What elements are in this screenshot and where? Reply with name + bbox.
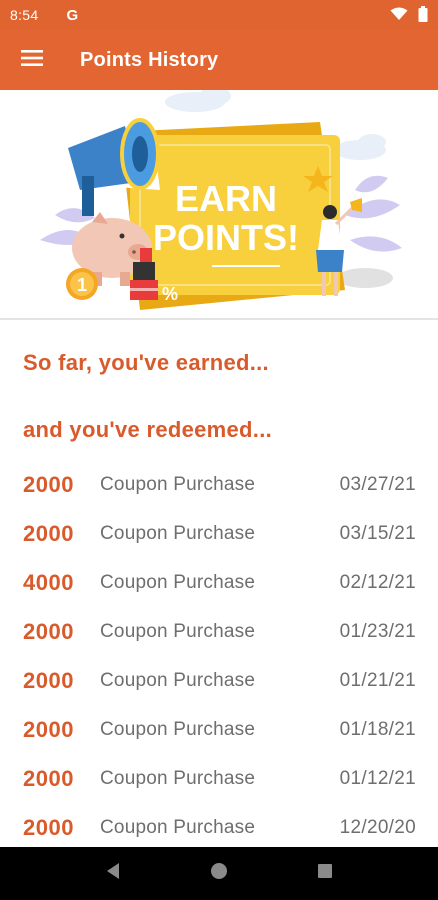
row-date: 01/12/21 [339, 767, 416, 789]
history-row: 2000 Coupon Purchase 01/21/21 [0, 656, 438, 705]
row-points: 4000 [23, 569, 74, 595]
google-icon: G [66, 6, 79, 24]
row-description: Coupon Purchase [100, 571, 256, 593]
row-date: 01/18/21 [339, 718, 416, 740]
row-date: 02/12/21 [339, 571, 416, 593]
menu-button[interactable] [0, 30, 64, 90]
home-icon [210, 862, 228, 885]
row-description: Coupon Purchase [100, 473, 256, 495]
percent-label: % [162, 284, 178, 304]
row-description: Coupon Purchase [100, 620, 256, 642]
recents-button[interactable] [305, 854, 345, 894]
row-date: 03/27/21 [339, 473, 416, 495]
points-history-screen: 8:54 G Points History EARN POINTS! 1 % S… [0, 0, 438, 900]
row-date: 01/21/21 [339, 669, 416, 691]
row-points: 2000 [23, 520, 74, 546]
history-row: 2000 Coupon Purchase 01/23/21 [0, 607, 438, 656]
page-title: Points History [80, 48, 219, 71]
points-content: So far, you've earned... and you've rede… [0, 320, 438, 847]
history-row: 4000 Coupon Purchase 02/12/21 [0, 558, 438, 607]
status-bar: 8:54 G [0, 0, 438, 30]
earn-points-banner: EARN POINTS! 1 % [0, 90, 438, 318]
row-points: 2000 [23, 765, 74, 791]
coin-label: 1 [77, 275, 87, 295]
earned-heading: So far, you've earned... [23, 350, 269, 375]
banner-points-text: POINTS! [153, 217, 299, 258]
app-bar: Points History [0, 30, 438, 90]
system-nav-bar [0, 847, 438, 900]
row-points: 2000 [23, 471, 74, 497]
earn-points-illustration: EARN POINTS! 1 % [40, 90, 402, 310]
coin-icon: 1 [66, 268, 98, 300]
redemption-history-list: 2000 Coupon Purchase 03/27/21 2000 Coupo… [0, 460, 438, 847]
wifi-icon [390, 7, 408, 24]
history-row: 2000 Coupon Purchase 01/18/21 [0, 705, 438, 754]
row-description: Coupon Purchase [100, 718, 256, 740]
row-points: 2000 [23, 667, 74, 693]
row-points: 2000 [23, 814, 74, 840]
redeemed-heading: and you've redeemed... [23, 417, 273, 442]
battery-icon [418, 5, 428, 25]
recents-icon [317, 863, 333, 884]
back-button[interactable] [93, 854, 133, 894]
row-description: Coupon Purchase [100, 669, 256, 691]
row-description: Coupon Purchase [100, 767, 256, 789]
row-description: Coupon Purchase [100, 522, 256, 544]
status-icons [390, 5, 428, 25]
banner-earn-text: EARN [175, 178, 277, 219]
history-row: 2000 Coupon Purchase 12/20/20 [0, 803, 438, 847]
row-points: 2000 [23, 618, 74, 644]
history-row: 2000 Coupon Purchase 03/15/21 [0, 509, 438, 558]
history-row: 2000 Coupon Purchase 03/27/21 [0, 460, 438, 509]
status-time: 8:54 [10, 7, 39, 23]
back-icon [105, 862, 121, 885]
row-points: 2000 [23, 716, 74, 742]
history-row: 2000 Coupon Purchase 01/12/21 [0, 754, 438, 803]
home-button[interactable] [199, 854, 239, 894]
hamburger-menu-icon [21, 49, 43, 71]
row-date: 03/15/21 [339, 522, 416, 544]
row-description: Coupon Purchase [100, 816, 256, 838]
row-date: 12/20/20 [339, 816, 416, 838]
row-date: 01/23/21 [339, 620, 416, 642]
